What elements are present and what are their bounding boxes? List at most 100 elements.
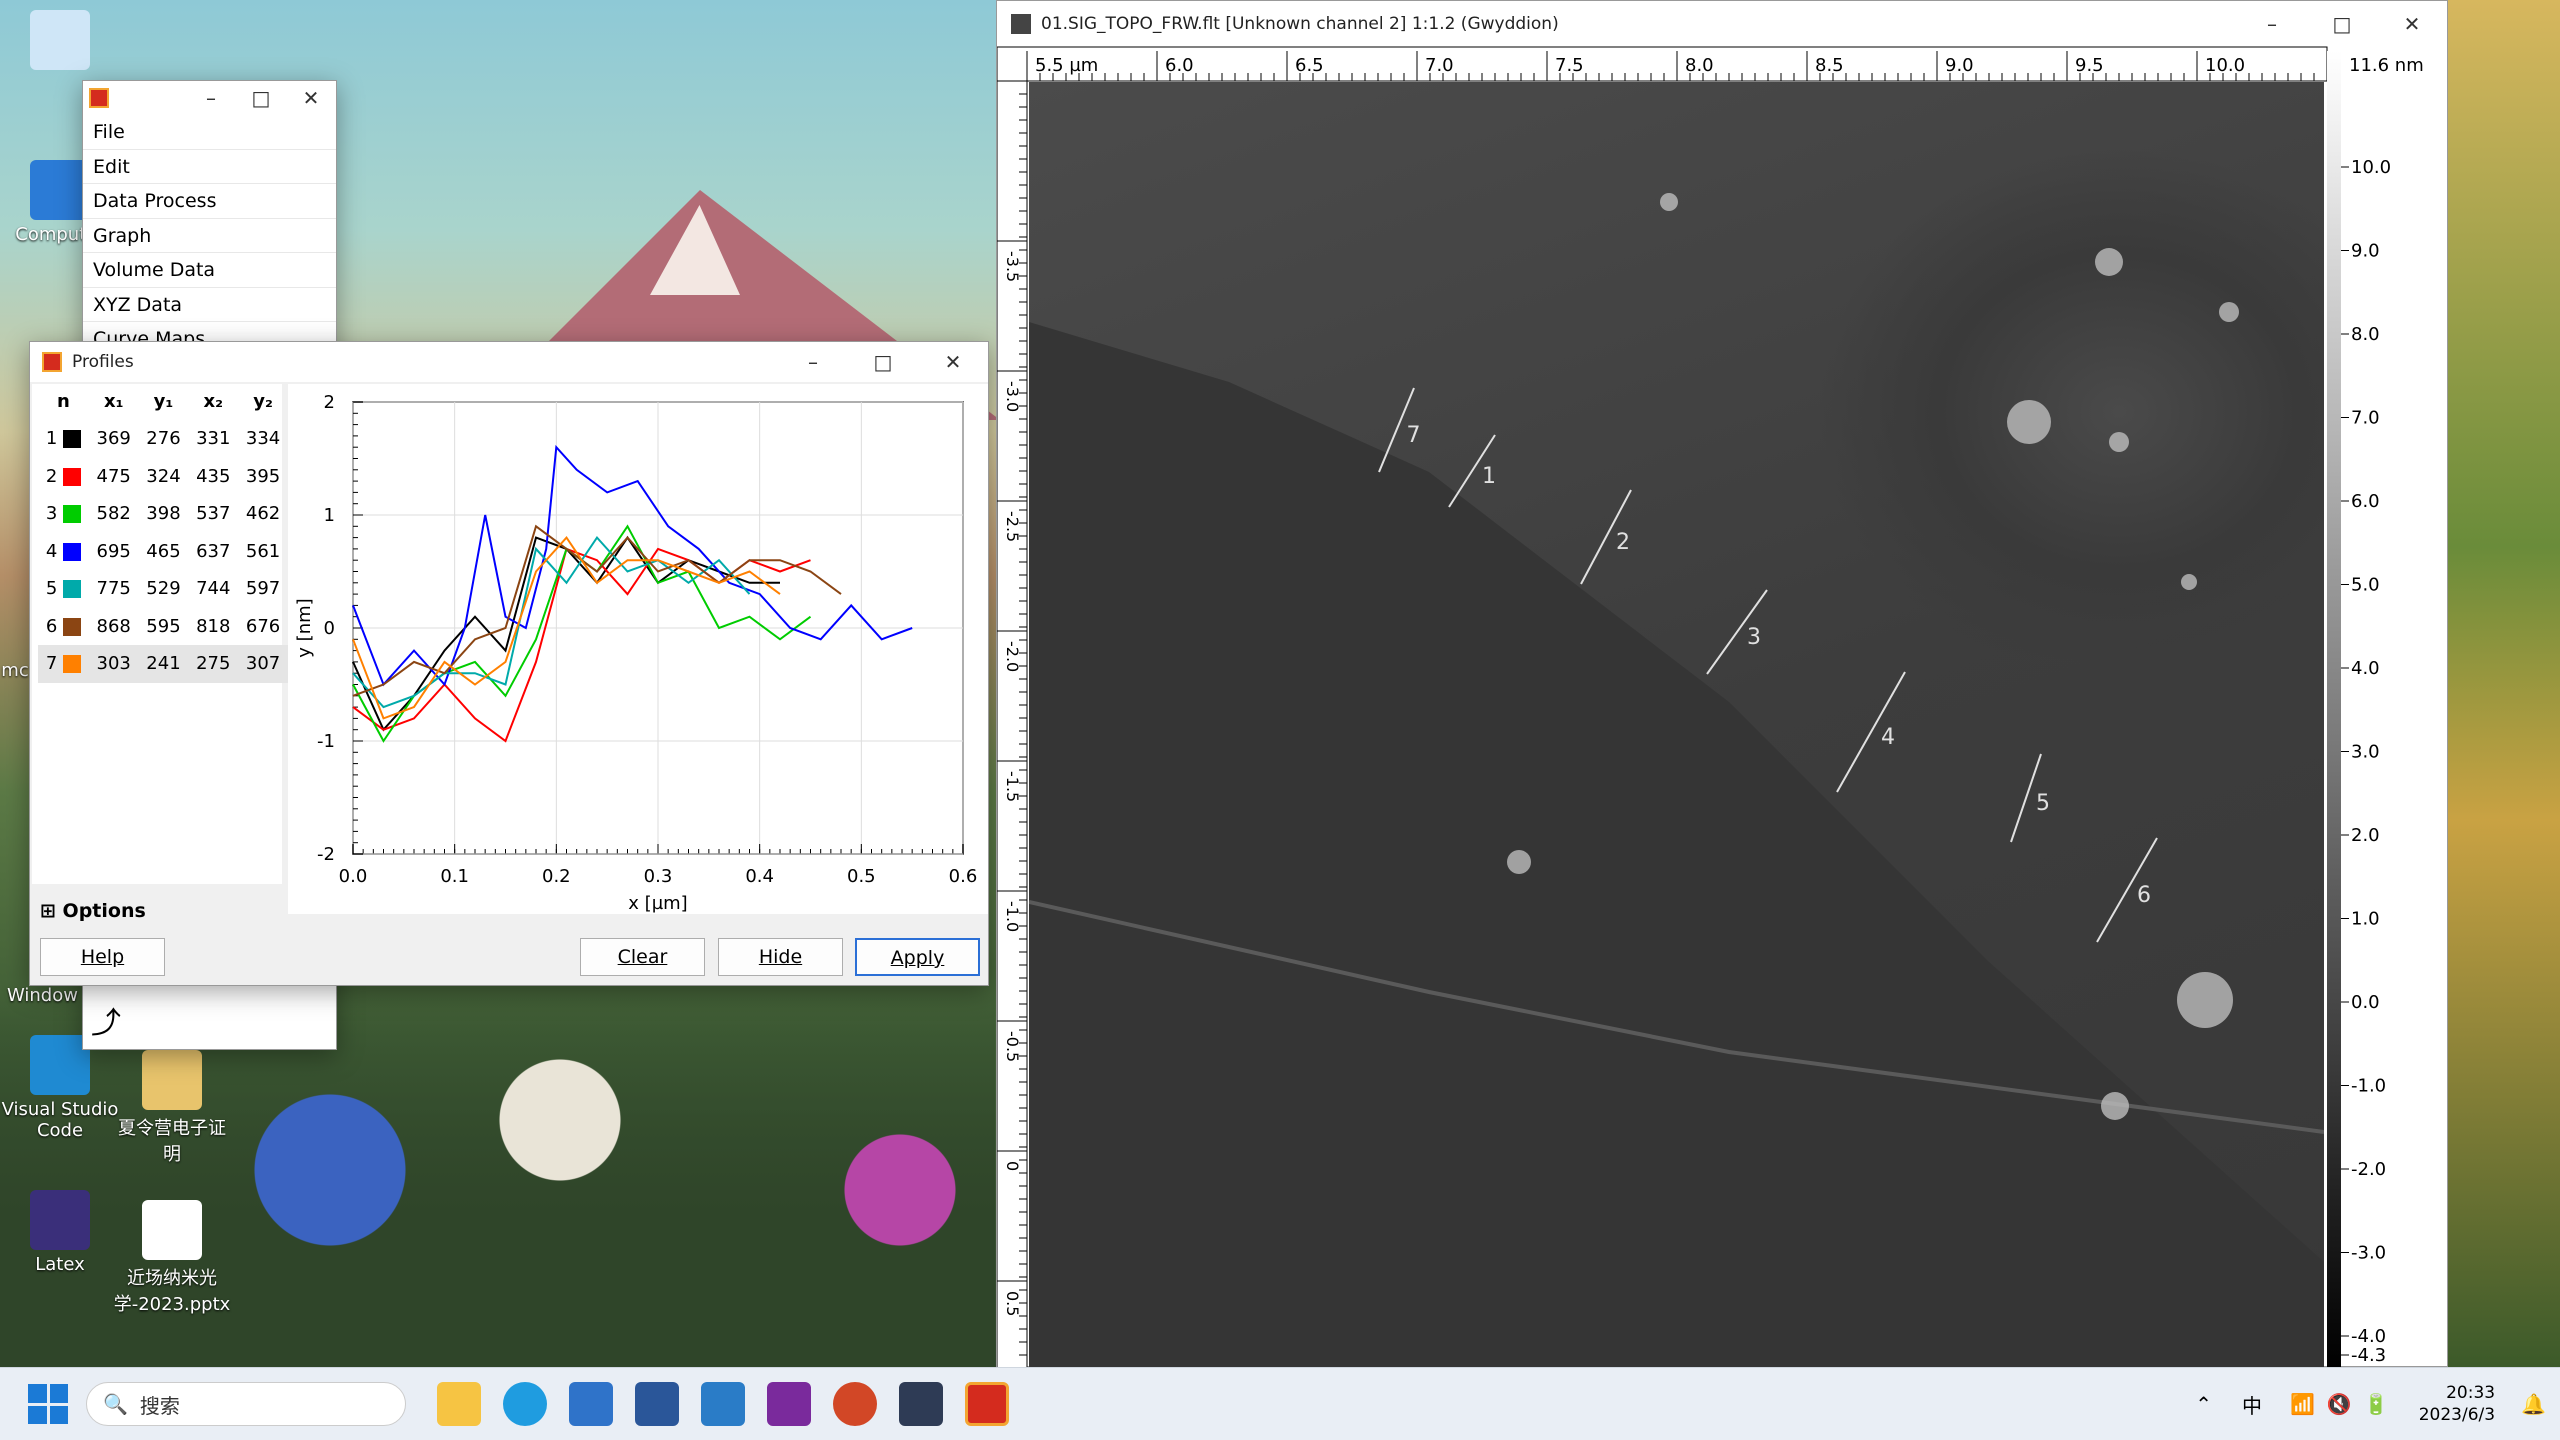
y-tick-label: 1	[324, 505, 335, 526]
color-swatch[interactable]	[63, 467, 81, 486]
color-swatch[interactable]	[63, 505, 81, 524]
surface-particle	[2095, 248, 2123, 276]
cell-y2: 395	[245, 465, 281, 487]
edge-icon[interactable]	[503, 1382, 547, 1426]
color-swatch[interactable]	[63, 617, 81, 636]
vscode-icon	[30, 1035, 90, 1095]
afm-topography-image[interactable]: 7 1 2 3 4 5 6	[1029, 82, 2324, 1368]
h-ruler-label: 6.5	[1295, 55, 1324, 76]
onenote-icon[interactable]	[767, 1382, 811, 1426]
cell-y2: 561	[245, 540, 281, 562]
battery-icon[interactable]: 🔋	[2364, 1392, 2389, 1416]
speaker-muted-icon[interactable]: 🔇	[2327, 1392, 2352, 1416]
desktop-icon-pptx[interactable]: 近场纳米光学-2023.pptx	[112, 1200, 232, 1316]
cell-y1: 324	[146, 465, 181, 487]
chevron-up-icon[interactable]: ⌃	[2195, 1392, 2212, 1416]
latex-icon	[30, 1190, 90, 1250]
v-ruler-label: 0	[1003, 1161, 1022, 1171]
bing-icon[interactable]	[701, 1382, 745, 1426]
clock[interactable]: 20:33 2023/6/3	[2419, 1382, 2495, 1426]
recycle-bin-icon[interactable]	[0, 10, 120, 74]
table-row[interactable]: 6 868 595 818 676	[38, 608, 288, 646]
word-icon[interactable]	[635, 1382, 679, 1426]
minimize-icon[interactable]: –	[186, 86, 236, 110]
desktop-icon-certificate[interactable]: 夏令营电子证明	[112, 1050, 232, 1166]
help-button[interactable]: Help	[40, 938, 165, 976]
color-swatch[interactable]	[63, 542, 81, 561]
apply-button[interactable]: Apply	[855, 938, 980, 976]
desktop-icon-latex[interactable]: Latex	[0, 1190, 120, 1275]
x-tick-label: 0.5	[847, 866, 876, 887]
desktop-icon-vscode[interactable]: Visual Studio Code	[0, 1035, 120, 1141]
notification-icon[interactable]: 🔔	[2521, 1392, 2546, 1416]
profile-chart: 0.0 0.1 0.2 0.3 0.4 0.5 0.6 2 1 0 -1 -2 x [µm] y [nm]	[288, 384, 988, 914]
table-row[interactable]: 7 303 241 275 307	[38, 645, 288, 683]
wifi-icon[interactable]: 📶	[2290, 1392, 2315, 1416]
taskbar-search[interactable]: 🔍 搜索	[86, 1382, 406, 1426]
cell-n: 4	[38, 533, 89, 571]
menu-volume-data[interactable]: Volume Data	[83, 253, 336, 288]
desktop-icon-partial-mc[interactable]: mc	[0, 660, 30, 681]
main-titlebar: – □ ✕	[83, 81, 336, 115]
colorbar-label: 0.0	[2351, 992, 2380, 1013]
options-expander[interactable]: ⊞ Options	[40, 900, 146, 922]
file-explorer-icon[interactable]	[437, 1382, 481, 1426]
menu-xyz-data[interactable]: XYZ Data	[83, 288, 336, 322]
cell-x2: 275	[196, 653, 231, 675]
cell-n: 2	[38, 458, 89, 496]
table-row[interactable]: 1 369 276 331 334	[38, 420, 288, 458]
profile-tool-icon[interactable]: ⤴	[91, 1006, 131, 1042]
colorbar-label: -4.0	[2351, 1326, 2386, 1347]
colorbar-label: -2.0	[2351, 1159, 2386, 1180]
cell-x1: 868	[96, 615, 131, 637]
close-icon[interactable]: ✕	[918, 350, 988, 374]
h-ruler-label: 7.0	[1425, 55, 1454, 76]
profile-line-label: 3	[1747, 625, 1761, 650]
cell-n: 5	[38, 570, 89, 608]
colorbar-label: -3.0	[2351, 1243, 2386, 1264]
menu-data-process[interactable]: Data Process	[83, 184, 336, 219]
colorbar-label: 6.0	[2351, 491, 2380, 512]
color-swatch[interactable]	[63, 580, 81, 599]
start-button[interactable]	[28, 1384, 68, 1424]
table-row[interactable]: 4 695 465 637 561	[38, 533, 288, 571]
close-icon[interactable]: ✕	[286, 86, 336, 110]
minimize-icon[interactable]: –	[778, 350, 848, 374]
table-row[interactable]: 2 475 324 435 395	[38, 458, 288, 496]
clear-button[interactable]: Clear	[580, 938, 705, 976]
y-tick-label: -1	[317, 731, 335, 752]
colorbar-label: 10.0	[2351, 157, 2391, 178]
colorbar-label: -4.3	[2351, 1345, 2386, 1366]
color-swatch[interactable]	[63, 430, 81, 449]
menu-edit[interactable]: Edit	[83, 150, 336, 184]
gwyddion-taskbar-icon[interactable]	[965, 1382, 1009, 1426]
mail-icon[interactable]	[569, 1382, 613, 1426]
cat-app-icon[interactable]	[899, 1382, 943, 1426]
table-row[interactable]: 5 775 529 744 597	[38, 570, 288, 608]
cell-x2: 744	[196, 578, 231, 600]
cell-x2: 331	[196, 428, 231, 450]
hide-button[interactable]: Hide	[718, 938, 843, 976]
y-tick-label: 0	[324, 618, 335, 639]
taskbar: 🔍 搜索 ⌃ 中 📶 🔇 🔋 20:33 2023/6/3 🔔	[0, 1367, 2560, 1440]
color-swatch[interactable]	[63, 655, 81, 674]
surface-particle	[1660, 193, 1678, 211]
cell-x2: 637	[196, 540, 231, 562]
ime-indicator[interactable]: 中	[2242, 1390, 2262, 1419]
x-tick-label: 0.1	[440, 866, 469, 887]
maximize-icon[interactable]: □	[236, 86, 286, 110]
x-tick-label: 0.2	[542, 866, 571, 887]
cell-y1: 398	[146, 503, 181, 525]
h-ruler-label: 8.5	[1815, 55, 1844, 76]
x-tick-label: 0.6	[949, 866, 978, 887]
table-row[interactable]: 3 582 398 537 462	[38, 495, 288, 533]
menu-file[interactable]: File	[83, 115, 336, 150]
col-x1: x₁	[103, 390, 124, 412]
colorbar-label: 9.0	[2351, 241, 2380, 262]
powerpoint-icon[interactable]	[833, 1382, 877, 1426]
profile-line-label: 2	[1616, 530, 1630, 555]
desktop-icon-partial-window[interactable]: Window	[0, 985, 85, 1006]
x-axis-label: x [µm]	[628, 893, 687, 914]
menu-graph[interactable]: Graph	[83, 219, 336, 253]
maximize-icon[interactable]: □	[848, 350, 918, 374]
